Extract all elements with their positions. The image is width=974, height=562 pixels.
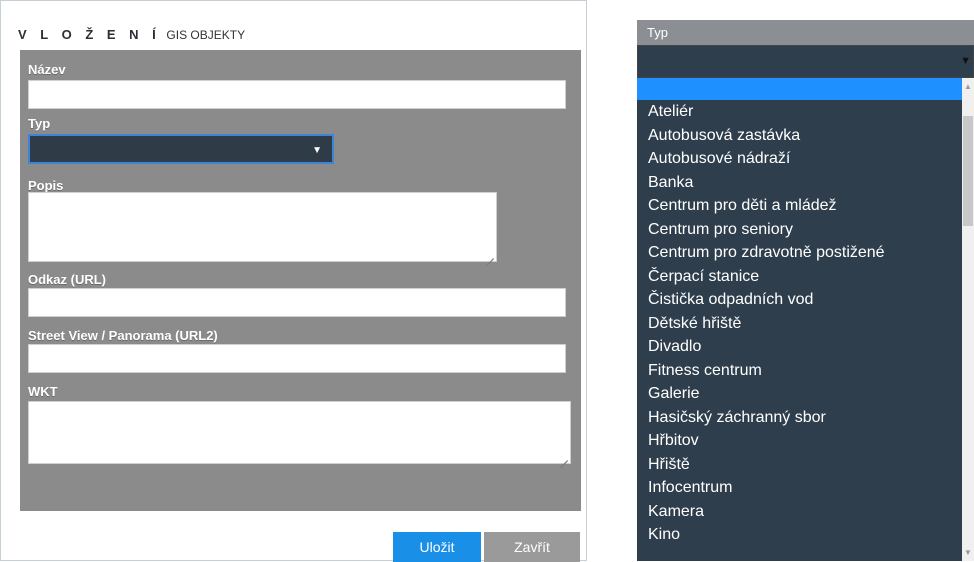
dropdown-option[interactable]: Banka: [637, 171, 962, 195]
dropdown-header: Typ: [637, 20, 974, 45]
dropdown-option[interactable]: Hřiště: [637, 453, 962, 477]
insert-gis-object-dialog: V L O Ž E N Í GIS OBJEKTY Název Typ ▼ Po…: [0, 0, 587, 562]
dialog-title: V L O Ž E N Í GIS OBJEKTY: [18, 27, 245, 42]
dropdown-options-list: Ateliér Autobusová zastávka Autobusové n…: [637, 100, 962, 561]
dropdown-option[interactable]: Dětské hřiště: [637, 312, 962, 336]
save-button[interactable]: Uložit: [393, 532, 481, 562]
chevron-down-icon: ▼: [312, 145, 322, 156]
nazev-label: Název: [28, 62, 66, 77]
dialog-title-strong: V L O Ž E N Í: [18, 27, 161, 42]
dropdown-option[interactable]: Divadlo: [637, 335, 962, 359]
odkaz-input[interactable]: [28, 288, 566, 317]
dropdown-option[interactable]: Čerpací stanice: [637, 265, 962, 289]
dropdown-option[interactable]: Galerie: [637, 382, 962, 406]
dialog-title-sub: GIS OBJEKTY: [166, 28, 246, 42]
scrollbar-thumb[interactable]: [963, 116, 973, 226]
popis-textarea[interactable]: [28, 192, 497, 262]
dropdown-option[interactable]: Autobusová zastávka: [637, 124, 962, 148]
chevron-down-icon: ▼: [960, 55, 971, 67]
streetview-label: Street View / Panorama (URL2): [28, 328, 218, 343]
scroll-down-icon[interactable]: ▼: [964, 548, 972, 557]
resize-grip-icon[interactable]: [486, 251, 494, 259]
wkt-textarea[interactable]: [28, 401, 571, 464]
popis-label: Popis: [28, 178, 64, 193]
dropdown-scrollbar[interactable]: ▲ ▼: [962, 78, 974, 561]
streetview-input[interactable]: [28, 344, 566, 373]
nazev-input[interactable]: [28, 80, 566, 109]
dropdown-empty-option-selected[interactable]: [637, 78, 974, 100]
close-button[interactable]: Zavřít: [484, 532, 580, 562]
scroll-up-icon[interactable]: ▲: [964, 82, 972, 91]
dropdown-option[interactable]: Kamera: [637, 500, 962, 524]
resize-grip-icon[interactable]: [560, 453, 568, 461]
dropdown-option[interactable]: Centrum pro děti a mládež: [637, 194, 962, 218]
dropdown-option[interactable]: Čistička odpadních vod: [637, 288, 962, 312]
wkt-label: WKT: [28, 384, 58, 399]
dropdown-option[interactable]: Fitness centrum: [637, 359, 962, 383]
dropdown-option[interactable]: Autobusové nádraží: [637, 147, 962, 171]
dropdown-option[interactable]: Ateliér: [637, 100, 962, 124]
odkaz-label: Odkaz (URL): [28, 272, 106, 287]
typ-label: Typ: [28, 116, 51, 131]
typ-dropdown-panel: Typ ▼ Ateliér Autobusová zastávka Autobu…: [637, 20, 974, 561]
dropdown-option[interactable]: Infocentrum: [637, 476, 962, 500]
dropdown-option[interactable]: Centrum pro seniory: [637, 218, 962, 242]
dropdown-option[interactable]: Hřbitov: [637, 429, 962, 453]
form-panel: Název Typ ▼ Popis Odkaz (URL) Street Vie…: [20, 50, 581, 511]
typ-select[interactable]: ▼: [28, 134, 334, 164]
typ-select-open[interactable]: ▼: [637, 45, 974, 78]
dropdown-option[interactable]: Kino: [637, 523, 962, 547]
dropdown-option[interactable]: Hasičský záchranný sbor: [637, 406, 962, 430]
dropdown-option[interactable]: Centrum pro zdravotně postižené: [637, 241, 962, 265]
